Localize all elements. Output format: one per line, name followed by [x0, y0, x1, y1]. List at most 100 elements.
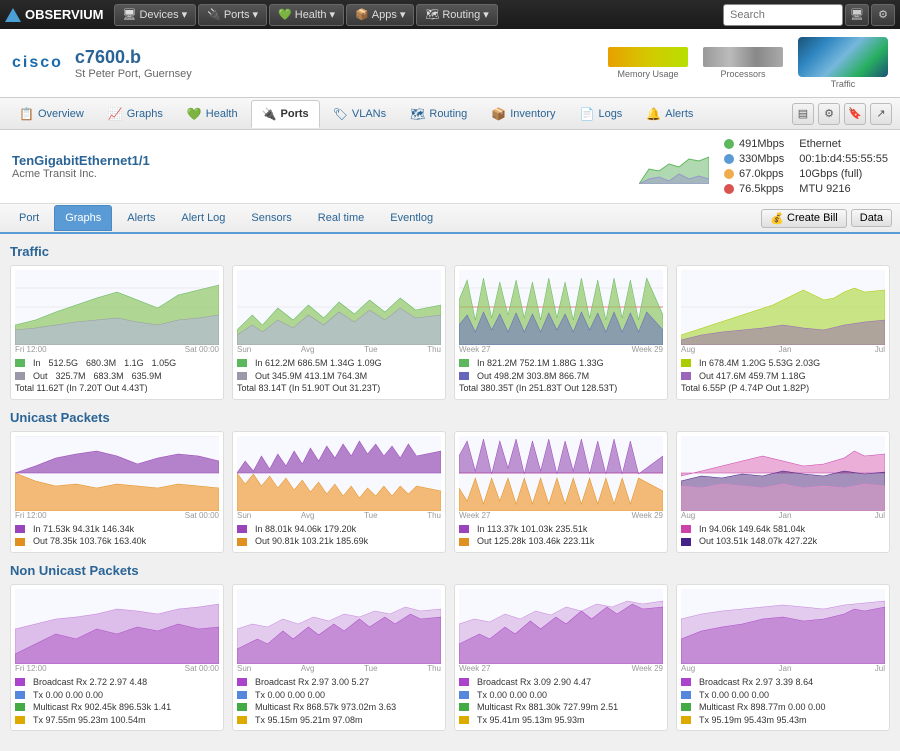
subtab-eventlog-label: Eventlog	[390, 212, 433, 224]
tab-inventory[interactable]: 📦 Inventory	[480, 100, 566, 128]
tab-vlans[interactable]: 🏷 VLANs	[322, 100, 397, 128]
out-color-4	[681, 372, 691, 380]
traffic-chart-1-axis: Fri 12:00 Sat 00:00	[15, 345, 219, 354]
bookmark-btn[interactable]: 🔖	[844, 103, 866, 125]
processors-graph: Processors	[703, 47, 783, 79]
bc-rx-2	[237, 678, 247, 686]
unicast-chart-2-axis: Sun Avg Tue Thu	[237, 511, 441, 520]
non-unicast-title: Non Unicast Packets	[10, 563, 890, 578]
tab-overview[interactable]: 📋 Overview	[8, 100, 95, 128]
create-bill-label: Create Bill	[787, 212, 838, 224]
unicast-chart-1-stats: In 71.53k 94.31k 146.34k Out 78.35k 103.…	[15, 523, 219, 548]
sub-tab-actions: 💰 Create Bill Data	[761, 209, 892, 228]
traffic-chart-3-axis: Week 27 Week 29	[459, 345, 663, 354]
grid-view-btn[interactable]: ▤	[792, 103, 814, 125]
subtab-alertlog-label: Alert Log	[181, 212, 225, 224]
traffic-chart-1: Fri 12:00 Sat 00:00 In 512.5G 680.3M 1.1…	[10, 265, 224, 400]
devices-nav-btn[interactable]: 🖥 Devices ▾	[114, 4, 197, 26]
unicast-chart-3-stats: In 113.37k 101.03k 235.51k Out 125.28k 1…	[459, 523, 663, 548]
unicast-chart-1-axis: Fri 12:00 Sat 00:00	[15, 511, 219, 520]
routing-icon: 🗺	[425, 8, 439, 21]
health-label: Health	[295, 9, 327, 21]
speed-in: 491Mbps	[724, 138, 784, 150]
subtab-eventlog[interactable]: Eventlog	[379, 205, 444, 231]
subtab-alertlog[interactable]: Alert Log	[170, 205, 236, 231]
in-color-2	[237, 359, 247, 367]
unicast-title: Unicast Packets	[10, 410, 890, 425]
bc-rx-1	[15, 678, 25, 686]
mc-rx-4	[681, 703, 691, 711]
routing-nav-btn[interactable]: 🗺 Routing ▾	[416, 4, 497, 26]
health-tab-icon: 💚	[187, 107, 202, 121]
settings-tab-btn[interactable]: ⚙	[818, 103, 840, 125]
traffic-svg-2	[237, 270, 441, 345]
non-unicast-chart-2-axis: Sun Avg Tue Thu	[237, 664, 441, 673]
non-unicast-chart-3-stats: Broadcast Rx 3.09 2.90 4.47 Tx 0.00 0.00…	[459, 676, 663, 726]
subtab-alerts[interactable]: Alerts	[116, 205, 166, 231]
traffic-mini-graph: Traffic	[798, 37, 888, 89]
non-unicast-svg-2	[237, 589, 441, 664]
inventory-tab-icon: 📦	[491, 107, 506, 121]
apps-nav-btn[interactable]: 📦 Apps ▾	[346, 4, 414, 26]
bc-tx-1	[15, 691, 25, 699]
routing-label: Routing	[442, 9, 480, 21]
unicast-chart-3: Week 27 Week 29 In 113.37k 101.03k 235.5…	[454, 431, 668, 553]
memory-label: Memory Usage	[617, 69, 678, 79]
traffic-chart-2-axis: Sun Avg Tue Thu	[237, 345, 441, 354]
subtab-sensors[interactable]: Sensors	[240, 205, 302, 231]
search-input[interactable]	[723, 4, 843, 26]
subtab-port[interactable]: Port	[8, 205, 50, 231]
graphs-tab-icon: 📈	[108, 107, 123, 121]
port-speeds: 491Mbps 330Mbps 67.0kpps 76.5kpps	[724, 138, 784, 195]
ports-icon: 🔌	[207, 8, 221, 21]
logs-tab-icon: 📄	[580, 107, 595, 121]
tab-ports[interactable]: 🔌 Ports	[251, 100, 320, 128]
non-unicast-svg-1	[15, 589, 219, 664]
unicast-svg-3	[459, 436, 663, 511]
speed-out-dot	[724, 154, 734, 164]
device-name[interactable]: c7600.b	[75, 47, 596, 68]
settings-icon-btn[interactable]: ⚙	[871, 4, 895, 26]
unicast-section: Unicast Packets Fri 12:00 S	[10, 410, 890, 553]
create-bill-button[interactable]: 💰 Create Bill	[761, 209, 846, 228]
tab-health-label: Health	[206, 108, 238, 120]
bc-tx-2	[237, 691, 247, 699]
vlans-tab-icon: 🏷	[333, 107, 348, 121]
tab-graphs[interactable]: 📈 Graphs	[97, 100, 174, 128]
unicast-chart-3-axis: Week 27 Week 29	[459, 511, 663, 520]
bc-tx-3	[459, 691, 469, 699]
routing-tab-icon: 🗺	[410, 107, 425, 121]
ports-nav-btn[interactable]: 🔌 Ports ▾	[198, 4, 267, 26]
data-button[interactable]: Data	[851, 209, 892, 227]
tab-health[interactable]: 💚 Health	[176, 100, 249, 128]
tab-logs[interactable]: 📄 Logs	[569, 100, 634, 128]
unicast-chart-4-axis: Aug Jan Jul	[681, 511, 885, 520]
logo-text: OBSERVIUM	[25, 7, 104, 22]
subtab-realtime[interactable]: Real time	[307, 205, 375, 231]
device-info: c7600.b St Peter Port, Guernsey	[75, 47, 596, 80]
tab-alerts[interactable]: 🔔 Alerts	[635, 100, 704, 128]
sub-tabs: Port Graphs Alerts Alert Log Sensors Rea…	[0, 204, 900, 234]
subtab-alerts-label: Alerts	[127, 212, 155, 224]
tab-inventory-label: Inventory	[510, 108, 555, 120]
share-btn[interactable]: ↗	[870, 103, 892, 125]
traffic-chart-3: Week 27 Week 29 In 821.2M 752.1M 1.88G 1…	[454, 265, 668, 400]
monitor-icon-btn[interactable]: 🖥	[845, 4, 869, 26]
non-unicast-chart-3-axis: Week 27 Week 29	[459, 664, 663, 673]
apps-icon: 📦	[355, 8, 369, 21]
port-name[interactable]: TenGigabitEthernet1/1	[12, 153, 624, 168]
speed-pps-out-dot	[724, 184, 734, 194]
port-header: TenGigabitEthernet1/1 Acme Transit Inc. …	[0, 130, 900, 204]
device-graphs: Memory Usage Processors Traffic	[608, 37, 888, 89]
tab-routing[interactable]: 🗺 Routing	[399, 100, 478, 128]
unicast-chart-4: Aug Jan Jul In 94.06k 149.64k 581.04k Ou…	[676, 431, 890, 553]
subtab-graphs[interactable]: Graphs	[54, 205, 112, 231]
health-nav-btn[interactable]: 💚 Health ▾	[269, 4, 344, 26]
non-unicast-chart-2: Sun Avg Tue Thu Broadcast Rx 2.97 3.00 5…	[232, 584, 446, 731]
device-header: cisco c7600.b St Peter Port, Guernsey Me…	[0, 29, 900, 98]
top-navigation: OBSERVIUM 🖥 Devices ▾ 🔌 Ports ▾ 💚 Health…	[0, 0, 900, 29]
mc-tx-3	[459, 716, 469, 724]
non-unicast-chart-4-axis: Aug Jan Jul	[681, 664, 885, 673]
device-location: St Peter Port, Guernsey	[75, 68, 596, 80]
unicast-chart-1-area	[15, 436, 219, 511]
